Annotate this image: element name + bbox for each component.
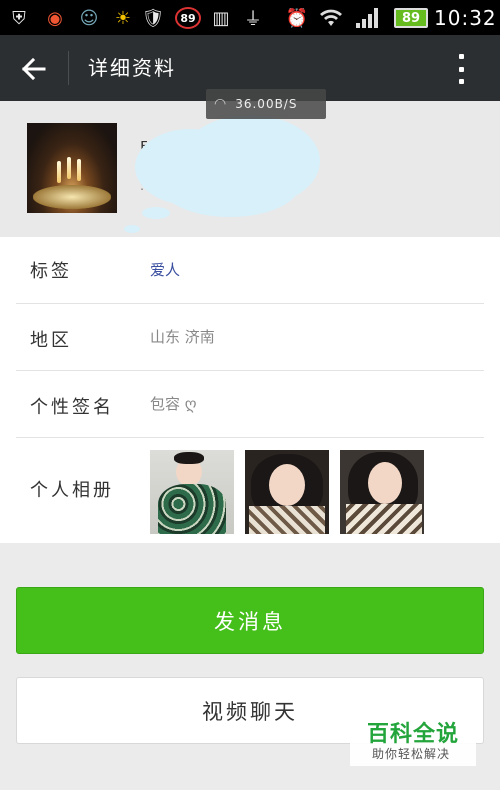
battery-indicator: 89 [394,8,428,28]
app-launcher-icon: ◉ [47,7,63,29]
region-label: 地区 [30,330,72,351]
wifi-glyph [320,9,342,26]
region-value: 山东 济南 [150,328,215,346]
network-speed-text: 36.00B/S [235,97,298,111]
weather-sun-icon: ☀ [114,7,132,29]
wifi-icon [318,5,344,31]
signature-value: 包容 ღ [150,395,197,413]
status-clock: 10:32 [434,6,497,30]
signal-bars [356,8,378,28]
alarm-icon: ⏰ [285,7,309,29]
back-button[interactable] [14,49,54,89]
watermark-title: 百科全说 [367,722,460,747]
title-divider [68,51,69,85]
more-options-button[interactable] [448,51,474,87]
album-thumbnails [150,450,424,534]
profile-info-card: 标签 爱人 地区 山东 济南 个性签名 包容 ღ 个人相册 [0,237,500,543]
shield-icon: ⛨ [12,7,26,29]
status-bar: ⛨ ◉ ☺ ☀ 🛡 89 ▥ ⏚ ⏰ 89 10:32 [0,0,500,35]
signal-strength-icon [354,5,380,31]
signature-label: 个性签名 [30,397,114,418]
tag-label: 标签 [30,261,72,282]
profile-header: ᴇ : [0,101,500,237]
watermark-subtitle: 助你轻松解决 [372,747,451,761]
more-dot-icon [458,54,464,59]
tag-value: 爱人 [150,261,181,279]
signature-row: 个性签名 包容 ღ [16,371,484,438]
send-message-button[interactable]: 发消息 [16,587,484,654]
usb-icon: ⏚ [244,9,262,30]
album-photo[interactable] [150,450,234,534]
album-row[interactable]: 个人相册 [16,438,484,543]
network-speed-overlay: ◠ 36.00B/S [206,89,326,119]
album-photo[interactable] [245,450,329,534]
back-arrow-icon [21,57,46,81]
region-row: 地区 山东 济南 [16,304,484,371]
page-title: 详细资料 [88,56,176,80]
security-lock-icon: 🛡 [141,7,165,29]
more-dot-icon [458,66,464,72]
notification-count-badge: 89 [175,7,201,29]
tag-row[interactable]: 标签 爱人 [16,237,484,304]
barcode-icon: ▥ [212,7,230,29]
more-dot-icon [458,79,464,84]
wifi-small-icon: ◠ [214,96,228,112]
qq-icon: ☺ [79,7,99,29]
album-label: 个人相册 [30,480,114,501]
watermark-logo: 百科全说 助你轻松解决 [350,714,476,766]
avatar[interactable] [27,123,117,213]
album-photo[interactable] [340,450,424,534]
